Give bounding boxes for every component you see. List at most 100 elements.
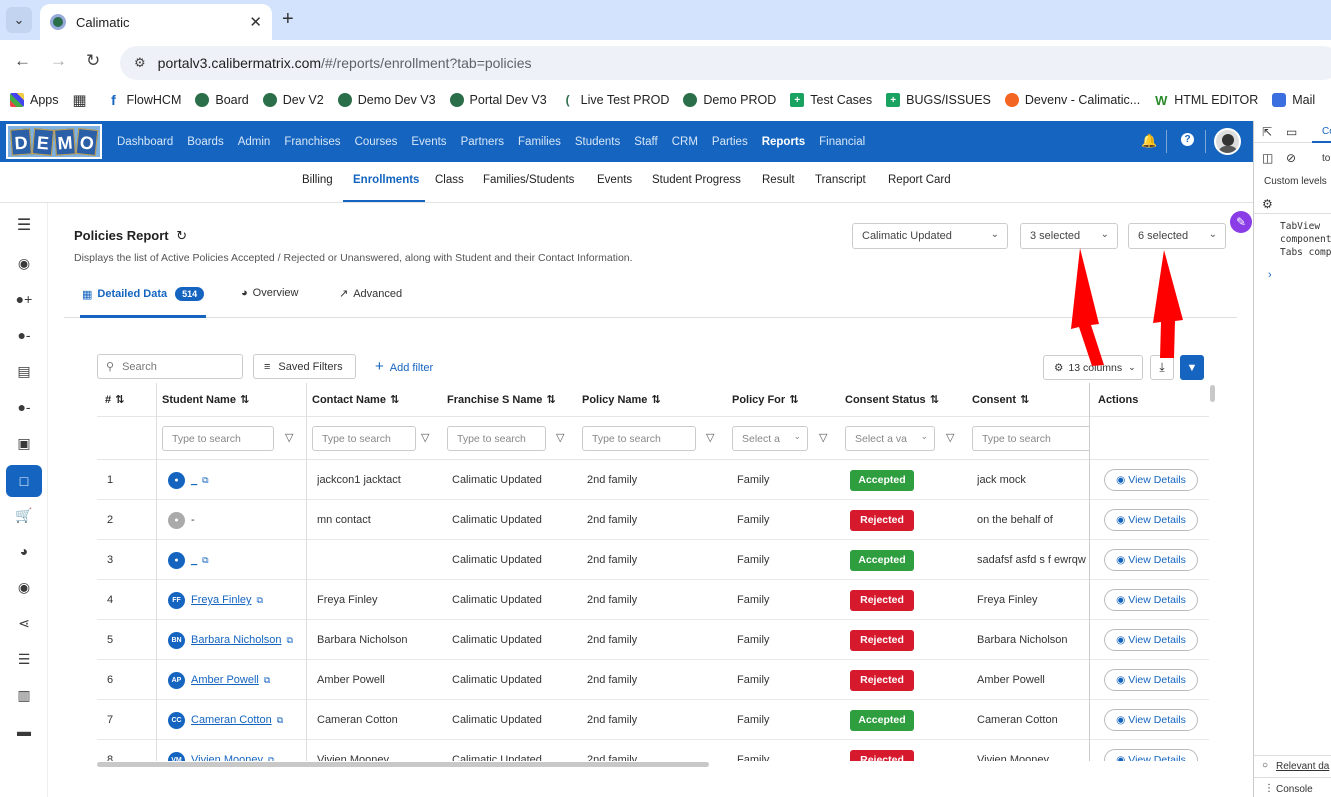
horizontal-scrollbar[interactable] bbox=[97, 762, 709, 767]
bar-chart-icon[interactable]: ▥ bbox=[12, 683, 36, 707]
menu-boards[interactable]: Boards bbox=[187, 136, 223, 148]
col-header-contact-name[interactable]: Contact Name ⇅ bbox=[304, 383, 439, 417]
list-icon[interactable]: ☰ bbox=[12, 647, 36, 671]
view-details-button[interactable]: ◉ View Details bbox=[1104, 629, 1198, 651]
external-link-icon[interactable]: ⧉ bbox=[277, 715, 283, 726]
col-header-number[interactable]: # ⇅ bbox=[97, 383, 157, 417]
cart-icon[interactable]: 🛒 bbox=[12, 503, 36, 527]
student-link[interactable]: Barbara Nicholson bbox=[191, 634, 282, 646]
tab-search-chevron-icon[interactable]: ⌄ bbox=[6, 7, 32, 33]
user-avatar[interactable] bbox=[1214, 128, 1241, 155]
add-filter-button[interactable]: + Add filter bbox=[375, 358, 433, 375]
subtab-class[interactable]: Class bbox=[435, 174, 464, 186]
hamburger-menu-icon[interactable]: ☰ bbox=[12, 213, 36, 237]
view-details-button[interactable]: ◉ View Details bbox=[1104, 469, 1198, 491]
sidebar-toggle-icon[interactable]: ◫ bbox=[1262, 151, 1273, 165]
view-details-button[interactable]: ◉ View Details bbox=[1104, 509, 1198, 531]
user-minus-icon[interactable]: ●- bbox=[12, 395, 36, 419]
consent-filter-input[interactable]: Type to search bbox=[972, 426, 1090, 451]
menu-dashboard[interactable]: Dashboard bbox=[117, 136, 173, 148]
bookmark-bugs-issues[interactable]: + BUGS/ISSUES bbox=[886, 93, 991, 107]
demo-logo[interactable]: D E M O bbox=[6, 124, 102, 159]
users-group-icon[interactable]: ◉ bbox=[12, 251, 36, 275]
forward-arrow-icon[interactable]: → bbox=[50, 51, 67, 71]
pie-chart-icon[interactable]: ◕ bbox=[12, 539, 36, 563]
presentation-icon[interactable]: ▣ bbox=[12, 431, 36, 455]
tab-detailed-data[interactable]: ▦ Detailed Data 514 bbox=[82, 287, 205, 301]
bookmark-flowhcm[interactable]: f FlowHCM bbox=[107, 92, 181, 108]
close-tab-icon[interactable]: ✕ bbox=[249, 13, 262, 31]
external-link-icon[interactable]: ⧉ bbox=[264, 675, 270, 686]
bookmark-board[interactable]: Board bbox=[195, 93, 249, 107]
edit-pencil-icon[interactable]: ✎ bbox=[1230, 211, 1252, 233]
student-link[interactable]: Amber Powell bbox=[191, 674, 259, 686]
subtab-report-card[interactable]: Report Card bbox=[888, 174, 951, 186]
bell-icon[interactable]: 🔔 bbox=[1141, 133, 1157, 149]
relevant-data-link[interactable]: Relevant da bbox=[1276, 761, 1329, 772]
view-details-button[interactable]: ◉ View Details bbox=[1104, 709, 1198, 731]
user-remove-icon[interactable]: ●- bbox=[12, 323, 36, 347]
menu-reports[interactable]: Reports bbox=[762, 136, 805, 148]
external-link-icon[interactable]: ⧉ bbox=[287, 635, 293, 646]
student-link[interactable]: _ bbox=[191, 474, 197, 486]
devtools-tab-console[interactable]: Co bbox=[1322, 126, 1331, 137]
bookmark-devenv[interactable]: Devenv - Calimatic... bbox=[1004, 93, 1140, 107]
col-header-student-name[interactable]: Student Name ⇅ bbox=[154, 383, 304, 417]
col-header-policy-for[interactable]: Policy For ⇅ bbox=[724, 383, 837, 417]
settings-gear-icon[interactable]: ⚙ bbox=[1262, 197, 1273, 211]
bookmark-dev-v2[interactable]: Dev V2 bbox=[262, 93, 324, 107]
subtab-student-progress[interactable]: Student Progress bbox=[652, 174, 741, 186]
menu-events[interactable]: Events bbox=[411, 136, 446, 148]
device-toolbar-icon[interactable]: ▭ bbox=[1286, 125, 1297, 139]
contact-name-filter-input[interactable]: Type to search bbox=[312, 426, 416, 451]
external-link-icon[interactable]: ⧉ bbox=[257, 595, 263, 606]
subtab-transcript[interactable]: Transcript bbox=[815, 174, 866, 186]
bookmark-grid[interactable]: ▦ bbox=[72, 92, 93, 109]
menu-staff[interactable]: Staff bbox=[634, 136, 657, 148]
funnel-icon[interactable]: ▽ bbox=[556, 431, 564, 444]
bookmark-demo-dev-v3[interactable]: Demo Dev V3 bbox=[337, 93, 436, 107]
vertical-scrollbar[interactable] bbox=[1210, 385, 1215, 402]
funnel-icon[interactable]: ▽ bbox=[706, 431, 714, 444]
col-header-franchise-name[interactable]: Franchise S Name ⇅ bbox=[439, 383, 574, 417]
view-details-button[interactable]: ◉ View Details bbox=[1104, 549, 1198, 571]
view-details-button[interactable]: ◉ View Details bbox=[1104, 669, 1198, 691]
people-icon[interactable]: ◉ bbox=[12, 575, 36, 599]
student-name-filter-input[interactable]: Type to search bbox=[162, 426, 274, 451]
subtab-events[interactable]: Events bbox=[597, 174, 632, 186]
drawer-menu-icon[interactable]: ⋮ bbox=[1264, 783, 1274, 794]
external-link-icon[interactable]: ⧉ bbox=[202, 475, 208, 486]
bookmark-live-test-prod[interactable]: (Live Test PROD bbox=[561, 93, 670, 107]
funnel-icon[interactable]: ▽ bbox=[819, 431, 827, 444]
menu-families[interactable]: Families bbox=[518, 136, 561, 148]
clipboard-icon[interactable]: ▤ bbox=[12, 359, 36, 383]
site-settings-icon[interactable]: ⚙ bbox=[134, 55, 146, 71]
student-link[interactable]: Vivien Mooney bbox=[191, 754, 263, 761]
search-input[interactable]: ⚲ Search bbox=[97, 354, 243, 379]
funnel-icon[interactable]: ▽ bbox=[421, 431, 429, 444]
policy-for-filter-select[interactable]: Select a ⌄ bbox=[732, 426, 808, 451]
menu-partners[interactable]: Partners bbox=[461, 136, 504, 148]
funnel-icon[interactable]: ▽ bbox=[285, 431, 293, 444]
user-add-icon[interactable]: ●+ bbox=[12, 287, 36, 311]
external-link-icon[interactable]: ⧉ bbox=[202, 555, 208, 566]
funnel-icon[interactable]: ▽ bbox=[946, 431, 954, 444]
subtab-billing[interactable]: Billing bbox=[302, 174, 333, 186]
menu-students[interactable]: Students bbox=[575, 136, 620, 148]
tab-advanced[interactable]: ↗ Advanced bbox=[339, 287, 402, 301]
menu-financial[interactable]: Financial bbox=[819, 136, 865, 148]
inspect-element-icon[interactable]: ⇱ bbox=[1262, 125, 1272, 139]
menu-courses[interactable]: Courses bbox=[355, 136, 398, 148]
expand-arrow-icon[interactable]: › bbox=[1268, 269, 1272, 281]
reload-icon[interactable]: ↻ bbox=[86, 51, 100, 71]
col-header-consent[interactable]: Consent ⇅ bbox=[964, 383, 1090, 417]
help-icon[interactable]: ? bbox=[1181, 133, 1194, 146]
bookmark-portal-dev-v3[interactable]: Portal Dev V3 bbox=[449, 93, 547, 107]
external-link-icon[interactable]: ⧉ bbox=[268, 755, 274, 762]
browser-tab[interactable]: Calimatic ✕ bbox=[40, 4, 272, 40]
console-filter-input[interactable]: to bbox=[1322, 153, 1330, 164]
view-details-button[interactable]: ◉ View Details bbox=[1104, 589, 1198, 611]
bookmark-test-cases[interactable]: + Test Cases bbox=[790, 93, 872, 107]
menu-parties[interactable]: Parties bbox=[712, 136, 748, 148]
console-drawer-tab[interactable]: Console bbox=[1276, 784, 1313, 795]
